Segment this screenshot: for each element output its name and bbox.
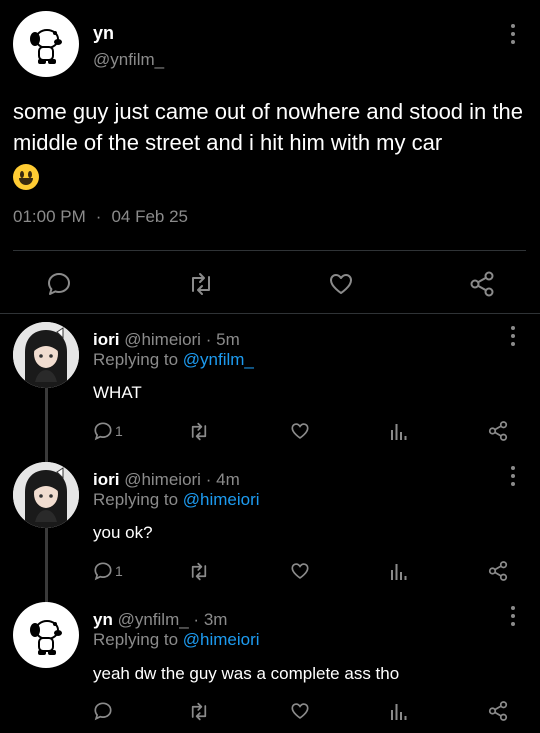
divider <box>13 250 526 251</box>
reply-dot: · <box>205 330 212 349</box>
share-icon[interactable] <box>487 420 509 442</box>
author-handle[interactable]: @ynfilm_ <box>93 50 164 70</box>
reply-header: iori @himeiori · 5m <box>93 330 240 350</box>
tweet-timestamp[interactable]: 01:00 PM · 04 Feb 25 <box>13 207 188 227</box>
reply-text: you ok? <box>93 523 153 542</box>
reply-age: 4m <box>216 470 240 489</box>
tweet-time: 01:00 PM <box>13 207 86 226</box>
replying-to-link[interactable]: @himeiori <box>183 490 260 509</box>
more-options-icon[interactable] <box>506 324 520 348</box>
reply-handle[interactable]: @ynfilm_ <box>118 610 189 629</box>
reply-button[interactable]: 1 <box>93 561 123 581</box>
like-icon[interactable] <box>328 271 354 297</box>
more-options-icon[interactable] <box>506 22 520 46</box>
tweet-body: some guy just came out of nowhere and st… <box>13 99 523 155</box>
more-options-icon[interactable] <box>506 604 520 628</box>
replying-to: Replying to @himeiori <box>93 630 260 650</box>
more-options-icon[interactable] <box>506 464 520 488</box>
like-icon[interactable] <box>290 701 310 721</box>
reply-age: 5m <box>216 330 240 349</box>
views-icon[interactable] <box>390 701 408 721</box>
anime-girl-avatar-icon <box>13 322 79 388</box>
retweet-icon[interactable] <box>188 702 210 721</box>
reply-button[interactable]: 1 <box>93 421 123 441</box>
divider <box>0 313 540 314</box>
retweet-icon[interactable] <box>188 562 210 581</box>
reply-header: iori @himeiori · 4m <box>93 470 240 490</box>
reply-handle[interactable]: @himeiori <box>124 330 201 349</box>
reply-icon <box>94 702 112 721</box>
reply-text: yeah dw the guy was a complete ass tho <box>93 664 400 683</box>
share-icon[interactable] <box>487 700 509 722</box>
replying-to-link[interactable]: @himeiori <box>183 630 260 649</box>
meta-separator: · <box>95 207 102 226</box>
reply-display-name[interactable]: yn <box>93 610 113 629</box>
reply-icon <box>94 422 112 441</box>
anime-girl-avatar-icon <box>13 462 79 528</box>
share-icon[interactable] <box>468 270 496 298</box>
reply-icon <box>94 562 112 581</box>
snoopy-icon <box>30 620 62 655</box>
retweet-icon[interactable] <box>188 422 210 441</box>
tweet-date: 04 Feb 25 <box>111 207 188 226</box>
reply-dot: · <box>205 470 212 489</box>
tweet-text: some guy just came out of nowhere and st… <box>13 96 533 191</box>
thread-line <box>45 528 48 604</box>
like-icon[interactable] <box>290 421 310 441</box>
author-name[interactable]: yn <box>93 23 114 44</box>
reply-display-name[interactable]: iori <box>93 330 119 349</box>
thread-line <box>45 388 48 464</box>
views-icon[interactable] <box>390 421 408 441</box>
reply-handle[interactable]: @himeiori <box>124 470 201 489</box>
reply-header: yn @ynfilm_ · 3m <box>93 610 227 630</box>
grinning-face-icon <box>13 164 39 191</box>
retweet-icon[interactable] <box>187 272 215 296</box>
replying-to-link[interactable]: @ynfilm_ <box>183 350 254 369</box>
author-avatar[interactable] <box>13 11 79 77</box>
snoopy-icon <box>30 29 62 64</box>
reply-icon[interactable] <box>46 271 72 297</box>
replying-prefix: Replying to <box>93 630 183 649</box>
reply-display-name[interactable]: iori <box>93 470 119 489</box>
reply-text: WHAT <box>93 383 142 402</box>
like-icon[interactable] <box>290 561 310 581</box>
reply-button[interactable] <box>93 701 115 721</box>
reply-dot: · <box>193 610 200 629</box>
share-icon[interactable] <box>487 560 509 582</box>
reply-count: 1 <box>115 423 123 439</box>
replying-to: Replying to @ynfilm_ <box>93 350 254 370</box>
replying-prefix: Replying to <box>93 490 183 509</box>
replying-prefix: Replying to <box>93 350 183 369</box>
replying-to: Replying to @himeiori <box>93 490 260 510</box>
reply-avatar[interactable] <box>13 602 79 668</box>
reply-age: 3m <box>203 610 228 629</box>
views-icon[interactable] <box>390 561 408 581</box>
reply-avatar[interactable] <box>13 462 79 528</box>
reply-count: 1 <box>115 563 123 579</box>
reply-avatar[interactable] <box>13 322 79 388</box>
